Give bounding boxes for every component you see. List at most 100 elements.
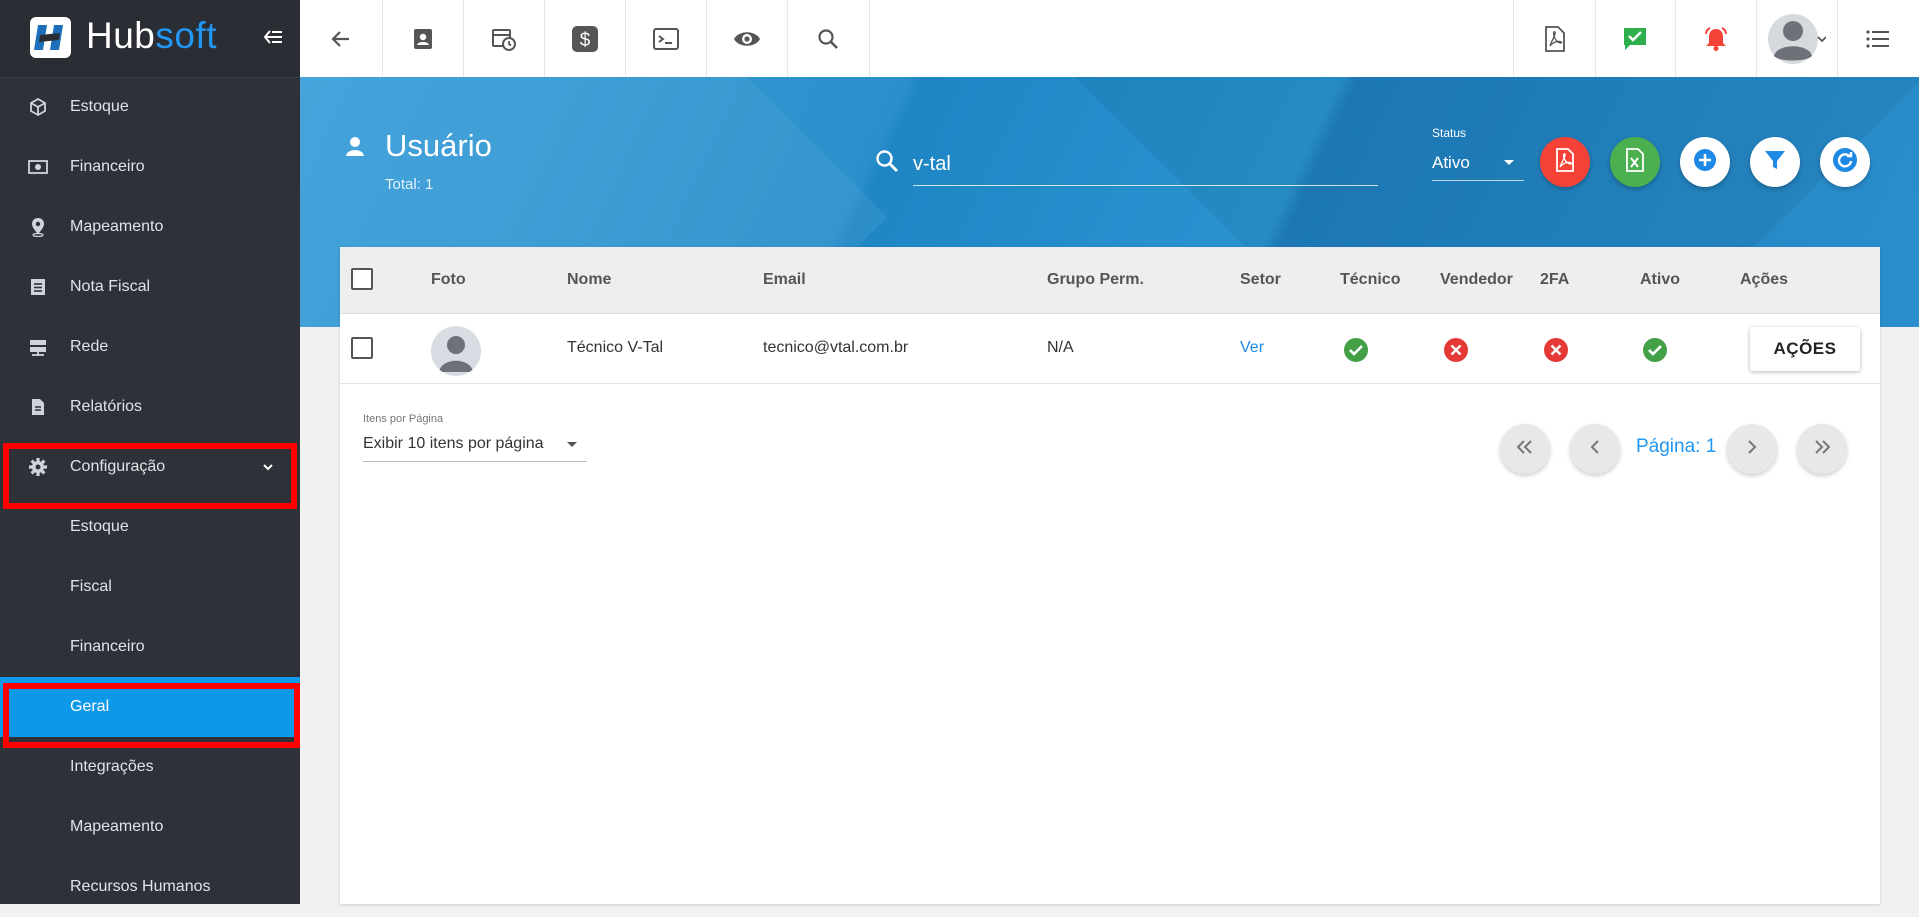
- sidebar-subitem-recursos-humanos[interactable]: Recursos Humanos: [0, 857, 300, 917]
- search-input[interactable]: [913, 143, 1378, 186]
- sidebar-item-label: Relatórios: [70, 398, 143, 415]
- status-label: Status: [1432, 126, 1467, 140]
- sidebar-subitem-fiscal[interactable]: Fiscal: [0, 557, 300, 617]
- report-icon: [28, 397, 48, 417]
- sidebar-subitem-label: Integrações: [70, 758, 154, 775]
- sidebar-item-estoque[interactable]: Estoque: [0, 77, 300, 137]
- hubsoft-logo-icon: [30, 17, 71, 58]
- sidebar-item-rede[interactable]: Rede: [0, 317, 300, 377]
- column-header-2fa[interactable]: 2FA: [1540, 270, 1569, 290]
- sidebar-subitem-geral[interactable]: Geral: [0, 677, 300, 737]
- previous-page-button[interactable]: [1570, 424, 1620, 474]
- add-user-button[interactable]: [1680, 137, 1730, 187]
- x-circle-icon: [1543, 337, 1569, 363]
- finance-button[interactable]: $: [544, 0, 626, 77]
- refresh-button[interactable]: [1820, 137, 1870, 187]
- column-header-email[interactable]: Email: [763, 270, 806, 290]
- cell-setor-link[interactable]: Ver: [1240, 338, 1264, 358]
- sidebar-subitem-label: Geral: [70, 698, 110, 715]
- sidebar-item-label: Estoque: [70, 98, 129, 115]
- check-circle-icon: [1343, 337, 1369, 363]
- per-page-select[interactable]: Exibir 10 itens por página: [363, 427, 587, 462]
- page-title: Usuário: [385, 128, 492, 163]
- filter-icon: [1763, 148, 1787, 177]
- sidebar-item-mapeamento[interactable]: Mapeamento: [0, 197, 300, 257]
- column-header-grupo-perm[interactable]: Grupo Perm.: [1047, 270, 1144, 290]
- users-card: Foto Nome Email Grupo Perm. Setor Técnic…: [340, 247, 1880, 904]
- terminal-button[interactable]: [625, 0, 707, 77]
- sidebar-subitem-label: Estoque: [70, 518, 129, 535]
- back-button[interactable]: [300, 0, 383, 77]
- check-circle-icon: [1642, 337, 1668, 363]
- sidebar-item-label: Mapeamento: [70, 218, 164, 235]
- notifications-check-button[interactable]: [1594, 0, 1676, 77]
- column-header-foto[interactable]: Foto: [431, 270, 466, 290]
- contacts-button[interactable]: [382, 0, 464, 77]
- sidebar-item-label: Configuração: [70, 458, 166, 475]
- sidebar-subitem-financeiro[interactable]: Financeiro: [0, 617, 300, 677]
- sidebar-subitem-label: Fiscal: [70, 578, 112, 595]
- pdf-icon: [1554, 147, 1576, 177]
- topbar-search-button[interactable]: [787, 0, 870, 77]
- sidebar-item-label: Financeiro: [70, 158, 145, 175]
- back-arrow-icon: [329, 27, 353, 51]
- sidebar-subitem-estoque[interactable]: Estoque: [0, 497, 300, 557]
- sidebar-subitem-mapeamento[interactable]: Mapeamento: [0, 797, 300, 857]
- status-select[interactable]: Ativo: [1432, 146, 1524, 181]
- sidebar-item-financeiro[interactable]: Financeiro: [0, 137, 300, 197]
- column-header-acoes: Ações: [1740, 271, 1789, 288]
- schedule-button[interactable]: [463, 0, 545, 77]
- total-count: Total: 1: [385, 176, 434, 193]
- row-checkbox[interactable]: [351, 337, 373, 359]
- money-icon: [28, 157, 48, 177]
- sidebar-subitem-label: Mapeamento: [70, 818, 164, 835]
- filter-button[interactable]: [1750, 137, 1800, 187]
- actions-button[interactable]: AÇÕES: [1750, 327, 1860, 371]
- export-excel-button[interactable]: [1610, 137, 1660, 187]
- next-page-button[interactable]: [1727, 424, 1777, 474]
- alarm-button[interactable]: [1675, 0, 1757, 77]
- collapse-sidebar-icon[interactable]: [262, 26, 284, 48]
- sidebar-item-nota-fiscal[interactable]: Nota Fiscal: [0, 257, 300, 317]
- last-page-button[interactable]: [1797, 424, 1847, 474]
- brand-name[interactable]: Hubsoft: [86, 14, 217, 58]
- sidebar-item-configuracao[interactable]: Configuração: [0, 437, 300, 497]
- sidebar-item-relatorios[interactable]: Relatórios: [0, 377, 300, 437]
- pdf-button[interactable]: [1513, 0, 1596, 77]
- brand-name-part1: Hub: [86, 15, 156, 56]
- brand-name-part2: soft: [155, 15, 218, 56]
- column-header-vendedor[interactable]: Vendedor: [1440, 270, 1513, 290]
- view-button[interactable]: [706, 0, 788, 77]
- calendar-clock-icon: [491, 26, 517, 52]
- user-photo-avatar: [431, 326, 481, 376]
- column-header-ativo[interactable]: Ativo: [1640, 270, 1680, 290]
- chevron-down-icon: [260, 459, 276, 475]
- cell-grupo-perm: N/A: [1047, 339, 1074, 356]
- user-icon: [343, 134, 367, 158]
- first-page-button[interactable]: [1500, 424, 1550, 474]
- list-menu-button[interactable]: [1837, 0, 1919, 77]
- topbar: $: [300, 0, 1919, 78]
- column-header-setor[interactable]: Setor: [1240, 270, 1281, 290]
- search-icon: [874, 148, 900, 174]
- table-row[interactable]: Técnico V-Tal tecnico@vtal.com.br N/A Ve…: [340, 313, 1880, 384]
- svg-text:$: $: [579, 30, 590, 51]
- sidebar-item-label: Rede: [70, 338, 109, 355]
- sidebar: Hubsoft Estoque Financeiro Mapeamento No…: [0, 0, 300, 904]
- pdf-icon: [1543, 25, 1567, 52]
- column-header-tecnico[interactable]: Técnico: [1340, 270, 1400, 290]
- select-all-checkbox[interactable]: [351, 268, 373, 290]
- sidebar-subitem-integracoes[interactable]: Integrações: [0, 737, 300, 797]
- search-icon: [816, 27, 840, 51]
- refresh-icon: [1832, 147, 1858, 178]
- eye-icon: [733, 29, 761, 49]
- sidebar-subitem-label: Financeiro: [70, 638, 145, 655]
- user-menu-button[interactable]: [1756, 0, 1838, 77]
- chevron-right-icon: [1745, 439, 1759, 460]
- column-header-nome[interactable]: Nome: [567, 270, 611, 290]
- alarm-bell-icon: [1702, 26, 1730, 52]
- terminal-icon: [652, 27, 679, 51]
- user-avatar-icon: [1767, 10, 1826, 68]
- export-pdf-button[interactable]: [1540, 137, 1590, 187]
- excel-icon: [1624, 147, 1646, 177]
